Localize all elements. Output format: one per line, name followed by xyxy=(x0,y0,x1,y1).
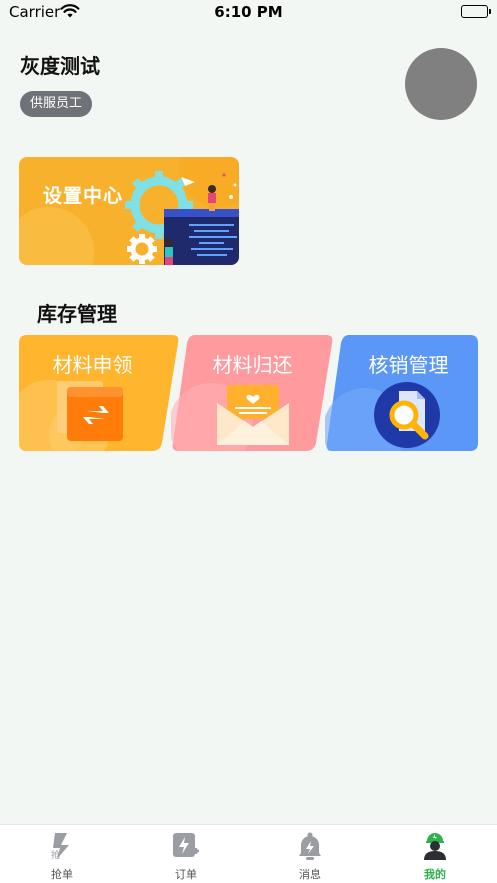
profile-name: 灰度测试 xyxy=(20,54,100,78)
tab-mine-label: 我的 xyxy=(424,868,446,881)
role-badge: 供服员工 xyxy=(20,91,93,117)
write-off-management-label: 核销管理 xyxy=(368,353,449,377)
status-bar: Carrier 6:10 PM xyxy=(0,0,497,26)
material-return-tile[interactable]: 材料归还 xyxy=(171,335,334,451)
settings-center-card[interactable]: 设置中心 xyxy=(19,157,239,265)
avatar[interactable] xyxy=(405,48,477,120)
tab-message[interactable]: 消息 xyxy=(248,825,372,883)
tab-message-label: 消息 xyxy=(299,868,321,881)
material-return-label: 材料归还 xyxy=(212,353,293,377)
material-request-tile[interactable]: 材料申领 xyxy=(19,335,180,451)
document-search-icon xyxy=(373,381,441,453)
order-icon xyxy=(171,831,201,861)
tab-mine[interactable]: 我的 xyxy=(373,825,497,883)
settings-illustration-icon xyxy=(19,157,239,265)
svg-text:抢: 抢 xyxy=(51,849,60,861)
material-request-icon xyxy=(55,379,125,447)
grab-order-icon: 抢 xyxy=(47,831,77,861)
tab-bar: 抢 抢单 订单 消息 我的 xyxy=(0,824,497,883)
settings-center-label: 设置中心 xyxy=(43,185,124,207)
material-request-label: 材料申领 xyxy=(52,353,133,377)
message-bell-icon xyxy=(295,831,325,861)
battery-icon xyxy=(461,5,491,18)
tab-grab-order-label: 抢单 xyxy=(51,868,73,881)
worker-profile-icon xyxy=(420,831,450,861)
write-off-management-tile[interactable]: 核销管理 xyxy=(325,335,478,451)
tab-grab-order[interactable]: 抢 抢单 xyxy=(0,825,124,883)
inventory-section-title: 库存管理 xyxy=(37,302,117,326)
envelope-icon xyxy=(215,383,291,451)
tab-order[interactable]: 订单 xyxy=(124,825,248,883)
tab-order-label: 订单 xyxy=(175,868,197,881)
clock-time: 6:10 PM xyxy=(214,3,283,21)
